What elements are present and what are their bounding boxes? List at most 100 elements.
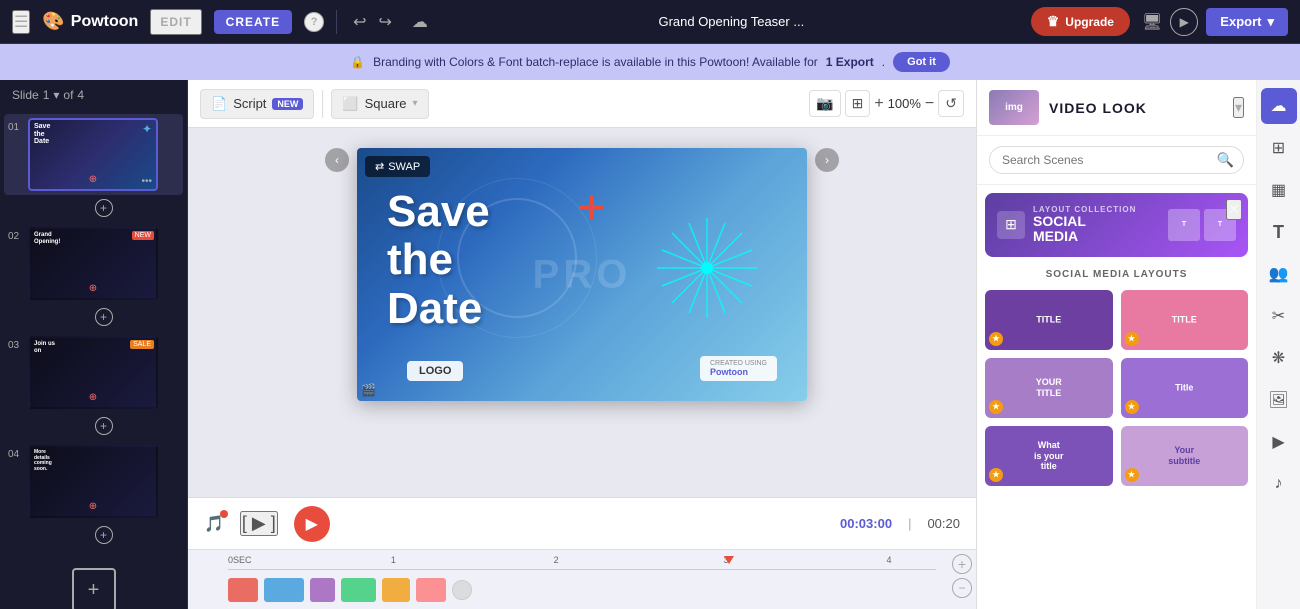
music-button[interactable]: 🎵: [204, 514, 224, 534]
text-tool-button[interactable]: T: [1261, 214, 1297, 250]
layout-icon: ⊞: [997, 211, 1025, 239]
square-icon: ⬜: [342, 96, 358, 112]
image-button[interactable]: 🖼: [1261, 382, 1297, 418]
texture-button[interactable]: ▦: [1261, 172, 1297, 208]
timeline-element[interactable]: [228, 578, 258, 602]
plus-badge: ⊕: [89, 174, 97, 185]
timeline-add-button[interactable]: +: [952, 554, 972, 574]
panel-collapse-button[interactable]: ▾: [1233, 97, 1244, 118]
slide-item[interactable]: 03 Join uson SALE ⊕: [4, 332, 183, 413]
add-slide-button[interactable]: +: [95, 417, 113, 435]
playhead-triangle: [724, 556, 734, 564]
upload-button[interactable]: ☁: [1261, 88, 1297, 124]
announce-bold: 1 Export: [826, 55, 874, 69]
document-title: Grand Opening Teaser ...: [444, 14, 1019, 29]
slide-item[interactable]: 02 GrandOpening! NEW ⊕: [4, 223, 183, 304]
scene-thumbnail: YOURTITLE: [985, 358, 1113, 418]
hamburger-menu[interactable]: ☰: [12, 10, 30, 34]
zoom-in-button[interactable]: +: [874, 95, 883, 113]
refresh-button[interactable]: ↺: [938, 90, 964, 117]
pro-watermark: PRO: [533, 252, 632, 297]
timeline-minus-button[interactable]: −: [952, 578, 972, 598]
video-button[interactable]: ▶: [1261, 424, 1297, 460]
zoom-value: 100%: [888, 96, 921, 111]
announce-period: .: [882, 55, 885, 69]
zoom-out-button[interactable]: −: [925, 95, 934, 113]
add-slide-button[interactable]: +: [95, 308, 113, 326]
objects-button[interactable]: ✂: [1261, 298, 1297, 334]
add-slide-button[interactable]: +: [95, 526, 113, 544]
music-button-sidebar[interactable]: ♪: [1261, 466, 1297, 502]
redo-button[interactable]: ↪: [375, 8, 396, 36]
edit-button[interactable]: EDIT: [150, 9, 201, 35]
slide-actions: +: [4, 197, 183, 221]
search-input[interactable]: [989, 146, 1244, 174]
camera-button[interactable]: 📷: [809, 90, 840, 117]
logo-placeholder[interactable]: LOGO: [407, 361, 463, 381]
grid-layout-button[interactable]: ⊞: [845, 90, 871, 117]
scene-card[interactable]: Yoursubtitle ★: [1121, 426, 1249, 486]
shape-selector[interactable]: ⬜ Square ▾: [331, 89, 428, 119]
timeline-element[interactable]: [341, 578, 376, 602]
text-line-1: Save: [387, 188, 490, 236]
create-button[interactable]: CREATE: [214, 10, 292, 34]
timeline-element[interactable]: [416, 578, 446, 602]
playhead[interactable]: [724, 556, 734, 564]
slide-actions: +: [4, 524, 183, 548]
player-controls: 🎵 [ ▶ ] ▶ 00:03:00 | 00:20: [188, 497, 976, 549]
timeline-element[interactable]: [310, 578, 335, 602]
search-icon: 🔍: [1217, 152, 1234, 169]
timeline-element[interactable]: [382, 578, 410, 602]
slide-item[interactable]: 04 Moredetailscomingsoon. ⊕: [4, 441, 183, 522]
slide-main-text: Save the Date: [387, 188, 490, 333]
help-button[interactable]: ?: [304, 12, 324, 32]
people-button[interactable]: 👥: [1261, 256, 1297, 292]
bracket-button[interactable]: [ ▶ ]: [240, 511, 278, 536]
slide-item[interactable]: 01 SavetheDate ✦ ⊕ •••: [4, 114, 183, 195]
play-button[interactable]: ▶: [294, 506, 330, 542]
shapes-button[interactable]: ❋: [1261, 340, 1297, 376]
premium-coin: ★: [1125, 400, 1139, 414]
grid-view-button[interactable]: ⊞: [1261, 130, 1297, 166]
export-button[interactable]: Export ▾: [1206, 8, 1288, 36]
add-slide-button[interactable]: +: [95, 199, 113, 217]
preview-play-button[interactable]: ▶: [1170, 8, 1198, 36]
premium-coin: ★: [989, 400, 1003, 414]
banner-close-button[interactable]: ✕: [1226, 199, 1242, 220]
collapse-left-button[interactable]: ‹: [325, 148, 349, 172]
scene-card[interactable]: TITLE ★: [1121, 290, 1249, 350]
canvas-slide[interactable]: ⇄ SWAP Save the Date + PRO: [357, 148, 807, 401]
scene-card[interactable]: Whatis yourtitle ★: [985, 426, 1113, 486]
slide-label: Slide: [12, 88, 39, 102]
undo-button[interactable]: ↩: [349, 8, 370, 36]
timeline-element[interactable]: [264, 578, 304, 602]
scene-thumbnail: Yoursubtitle: [1121, 426, 1249, 486]
right-panel-header: img VIDEO LOOK ▾: [977, 80, 1256, 136]
slide-number: 01: [8, 118, 24, 133]
scene-thumbnail: Whatis yourtitle: [985, 426, 1113, 486]
scene-card[interactable]: Title ★: [1121, 358, 1249, 418]
slide-options-icon[interactable]: •••: [141, 176, 152, 187]
cloud-save-button[interactable]: ☁: [408, 8, 432, 36]
scene-card[interactable]: YOURTITLE ★: [985, 358, 1113, 418]
slide-number: 03: [8, 336, 24, 351]
got-it-button[interactable]: Got it: [893, 52, 950, 72]
monitor-button[interactable]: 🖥: [1142, 12, 1162, 32]
powtoon-icon: 🎨: [42, 11, 64, 32]
slide-number: 02: [8, 227, 24, 242]
scene-thumbnail: Title: [1121, 358, 1249, 418]
script-button[interactable]: 📄 Script NEW: [200, 89, 314, 119]
created-label: CREATED USING: [710, 360, 767, 367]
upgrade-button[interactable]: ♛ Upgrade: [1031, 7, 1130, 36]
slide-overlay: ⇄ SWAP Save the Date + PRO: [357, 148, 807, 401]
collapse-right-button[interactable]: ›: [815, 148, 839, 172]
scene-card[interactable]: TITLE ★: [985, 290, 1113, 350]
search-input-wrapper: 🔍: [989, 146, 1244, 174]
swap-icon: ⇄: [375, 160, 384, 173]
divider: [336, 10, 337, 34]
blank-slide-button[interactable]: + Blank slide: [0, 556, 187, 609]
timeline-elements: [228, 572, 936, 608]
timeline-element-circle[interactable]: [452, 580, 472, 600]
chevron-down-icon: ▾: [413, 98, 418, 109]
swap-button[interactable]: ⇄ SWAP: [365, 156, 430, 177]
